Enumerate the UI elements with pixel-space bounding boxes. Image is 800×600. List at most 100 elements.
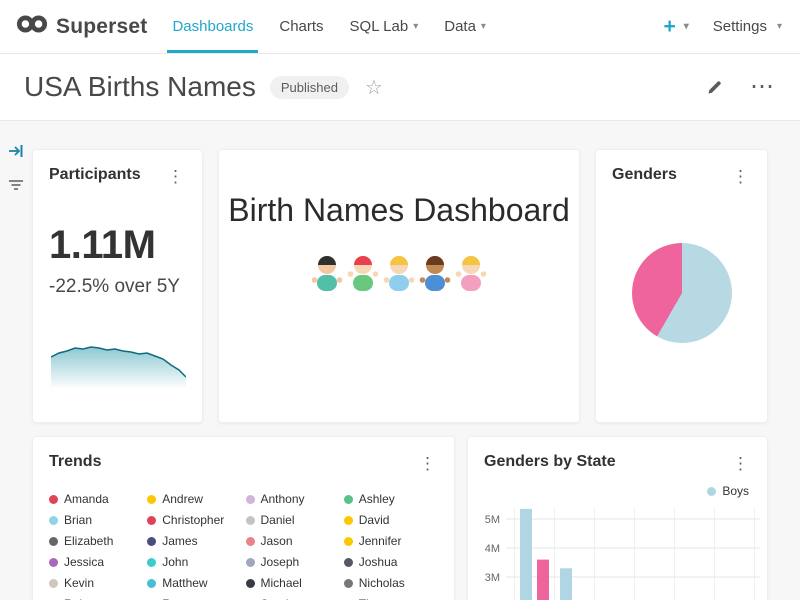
caret-down-icon: ▾: [684, 21, 689, 32]
legend-label: Jason: [261, 534, 293, 549]
legend-label: Joshua: [359, 555, 398, 570]
genders-card: Genders ⋮: [595, 149, 768, 423]
legend-dot: [49, 579, 58, 588]
legend-label: Matthew: [162, 576, 207, 591]
trends-card: Trends ⋮ Amanda Andrew Anthony Ashley Brian C…: [32, 436, 455, 600]
legend-label: Amanda: [64, 492, 109, 507]
legend-label: James: [162, 534, 197, 549]
legend-item[interactable]: Anthony: [246, 492, 340, 507]
superset-infinity-icon: [16, 13, 48, 40]
caret-down-icon: ▾: [777, 21, 782, 32]
legend-item[interactable]: Joshua: [344, 555, 438, 570]
legend-item[interactable]: Nicholas: [344, 576, 438, 591]
legend-dot: [246, 516, 255, 525]
genders-by-state-bar-chart[interactable]: 5M4M3M: [474, 502, 767, 600]
legend-item[interactable]: David: [344, 513, 438, 528]
navbar-right: + ▾ Settings ▾: [663, 0, 782, 53]
big-number-value: 1.11M: [49, 223, 186, 268]
published-badge[interactable]: Published: [270, 76, 349, 99]
top-navbar: Superset Dashboards Charts SQL Lab ▾ Dat…: [0, 0, 800, 54]
legend-item[interactable]: Daniel: [246, 513, 340, 528]
dashboard-header: USA Births Names Published ☆ ⋯: [0, 54, 800, 121]
legend-dot: [246, 579, 255, 588]
legend-dot: [49, 516, 58, 525]
superset-logo[interactable]: Superset: [16, 0, 147, 53]
gbs-legend-dot: [707, 487, 716, 496]
nav-links: Dashboards Charts SQL Lab ▾ Data ▾: [159, 0, 498, 53]
legend-item[interactable]: James: [147, 534, 241, 549]
legend-label: Kevin: [64, 576, 94, 591]
legend-label: Andrew: [162, 492, 203, 507]
nav-item-dashboards[interactable]: Dashboards: [159, 0, 266, 53]
settings-menu[interactable]: Settings ▾: [713, 18, 782, 35]
legend-item[interactable]: Ashley: [344, 492, 438, 507]
nav-item-sql-lab[interactable]: SQL Lab ▾: [337, 0, 432, 53]
card-menu-kebab-icon[interactable]: ⋮: [726, 166, 755, 187]
dashboard-title: USA Births Names: [24, 71, 256, 103]
legend-item[interactable]: Brian: [49, 513, 143, 528]
svg-text:5M: 5M: [485, 514, 500, 526]
legend-label: Michael: [261, 576, 302, 591]
legend-item[interactable]: Amanda: [49, 492, 143, 507]
card-menu-kebab-icon[interactable]: ⋮: [413, 453, 442, 474]
new-item-button[interactable]: + ▾: [663, 15, 688, 39]
legend-item[interactable]: Michael: [246, 576, 340, 591]
legend-dot: [49, 558, 58, 567]
legend-item[interactable]: Andrew: [147, 492, 241, 507]
card-menu-kebab-icon[interactable]: ⋮: [161, 166, 190, 187]
svg-text:4M: 4M: [485, 543, 500, 555]
legend-label: Christopher: [162, 513, 224, 528]
nav-item-data[interactable]: Data ▾: [431, 0, 499, 53]
markdown-heading: Birth Names Dashboard: [219, 192, 579, 229]
legend-label: Brian: [64, 513, 92, 528]
legend-label: Anthony: [261, 492, 305, 507]
gbs-legend-label: Boys: [722, 484, 749, 498]
legend-dot: [147, 516, 156, 525]
header-actions: ⋯: [706, 75, 774, 99]
card-title: Participants: [49, 166, 141, 184]
children-illustration: [219, 251, 579, 299]
legend-label: Jennifer: [359, 534, 402, 549]
favorite-star-icon[interactable]: ☆: [365, 75, 383, 100]
legend-dot: [344, 495, 353, 504]
filter-icon[interactable]: [3, 173, 29, 197]
trends-legend: Amanda Andrew Anthony Ashley Brian Christophe…: [33, 480, 454, 600]
legend-item[interactable]: Jennifer: [344, 534, 438, 549]
legend-item[interactable]: Jason: [246, 534, 340, 549]
legend-item[interactable]: Matthew: [147, 576, 241, 591]
plus-icon: +: [663, 15, 675, 39]
expand-filter-bar-icon[interactable]: [3, 139, 29, 163]
legend-dot: [344, 579, 353, 588]
gbs-legend-item[interactable]: Boys: [468, 480, 767, 502]
genders-pie-chart[interactable]: [632, 243, 732, 343]
nav-item-charts[interactable]: Charts: [266, 0, 336, 53]
legend-item[interactable]: Joseph: [246, 555, 340, 570]
legend-label: Jessica: [64, 555, 104, 570]
legend-dot: [246, 495, 255, 504]
more-actions-icon[interactable]: ⋯: [750, 75, 774, 99]
legend-dot: [49, 537, 58, 546]
legend-dot: [344, 558, 353, 567]
dashboard-grid: Participants ⋮ 1.11M -22.5% over 5Y Birt…: [0, 121, 800, 600]
card-title: Trends: [49, 453, 101, 471]
trendline-sparkline-chart: [51, 339, 186, 392]
legend-label: Elizabeth: [64, 534, 113, 549]
legend-dot: [344, 537, 353, 546]
legend-label: Nicholas: [359, 576, 405, 591]
legend-label: Ashley: [359, 492, 395, 507]
legend-label: John: [162, 555, 188, 570]
card-title: Genders: [612, 166, 677, 184]
big-number-delta: -22.5% over 5Y: [49, 276, 186, 298]
card-menu-kebab-icon[interactable]: ⋮: [726, 453, 755, 474]
legend-item[interactable]: Elizabeth: [49, 534, 143, 549]
legend-item[interactable]: Christopher: [147, 513, 241, 528]
caret-down-icon: ▾: [481, 21, 486, 32]
edit-pencil-icon[interactable]: [706, 78, 724, 96]
legend-item[interactable]: Jessica: [49, 555, 143, 570]
legend-item[interactable]: John: [147, 555, 241, 570]
legend-dot: [147, 495, 156, 504]
legend-label: David: [359, 513, 390, 528]
legend-dot: [147, 579, 156, 588]
legend-item[interactable]: Kevin: [49, 576, 143, 591]
legend-dot: [246, 537, 255, 546]
